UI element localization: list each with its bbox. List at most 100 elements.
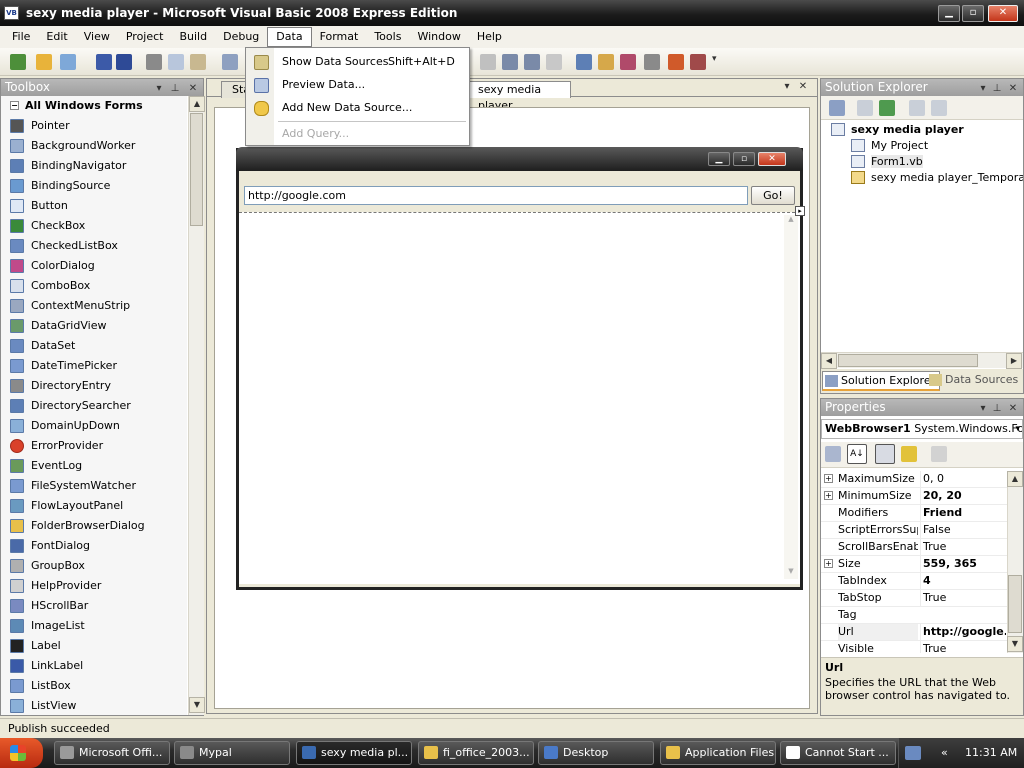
property-value[interactable]: http://google.c xyxy=(920,624,1006,640)
show-all-files-icon[interactable] xyxy=(857,100,873,116)
stop-icon[interactable] xyxy=(480,54,496,70)
property-value[interactable]: 4 xyxy=(920,573,1006,589)
form-title-bar[interactable]: ▁ ▫ ✕ xyxy=(236,147,803,171)
properties-icon[interactable] xyxy=(829,100,845,116)
property-row-size[interactable]: + Size 559, 365 xyxy=(821,556,1007,573)
taskbar-item-desktop[interactable]: Desktop xyxy=(538,741,654,765)
tree-item-my-project[interactable]: My Project xyxy=(849,138,928,154)
menu-item-show-data-sources[interactable]: Show Data Sources Shift+Alt+D xyxy=(246,51,469,73)
pin-icon[interactable]: ⊥ xyxy=(991,80,1003,97)
property-value[interactable]: True xyxy=(920,641,1006,653)
cut-icon[interactable] xyxy=(146,54,162,70)
menu-project[interactable]: Project xyxy=(118,26,172,48)
toolbox-item-linklabel[interactable]: LinkLabel xyxy=(1,656,187,676)
scroll-down-icon[interactable]: ▼ xyxy=(1007,636,1023,652)
toolbox-item-hscrollbar[interactable]: HScrollBar xyxy=(1,596,187,616)
toolbox-item-listbox[interactable]: ListBox xyxy=(1,676,187,696)
toolbox-item-filesystemwatcher[interactable]: FileSystemWatcher xyxy=(1,476,187,496)
property-pages-icon[interactable] xyxy=(931,446,947,462)
toolbox-item-groupbox[interactable]: GroupBox xyxy=(1,556,187,576)
toolbox-item-datagridview[interactable]: DataGridView xyxy=(1,316,187,336)
pin-icon[interactable]: ⊥ xyxy=(991,400,1003,417)
properties-scrollbar[interactable]: ▲ ▼ xyxy=(1007,471,1023,653)
tab-list-dropdown-icon[interactable]: ▾ xyxy=(781,81,793,92)
scroll-up-icon[interactable]: ▲ xyxy=(1007,471,1023,487)
toolbox-item-helpprovider[interactable]: HelpProvider xyxy=(1,576,187,596)
tree-item-temporary-key[interactable]: sexy media player_TemporaryK xyxy=(849,170,1023,186)
toolbox-item-combobox[interactable]: ComboBox xyxy=(1,276,187,296)
expand-icon[interactable]: + xyxy=(824,474,833,483)
toolbox-item-checkedlistbox[interactable]: CheckedListBox xyxy=(1,236,187,256)
toolbox-item-checkbox[interactable]: CheckBox xyxy=(1,216,187,236)
step-into-icon[interactable] xyxy=(502,54,518,70)
toolbox-item-backgroundworker[interactable]: BackgroundWorker xyxy=(1,136,187,156)
menu-build[interactable]: Build xyxy=(171,26,215,48)
property-row-scripterrorssupp[interactable]: ScriptErrorsSuppFalse xyxy=(821,522,1007,539)
start-button[interactable] xyxy=(0,738,43,768)
toolbox-item-flowlayoutpanel[interactable]: FlowLayoutPanel xyxy=(1,496,187,516)
alphabetical-icon[interactable]: A↓ xyxy=(847,444,867,464)
property-value[interactable]: 0, 0 xyxy=(920,471,1006,487)
taskbar-item-fi-office-2003[interactable]: fi_office_2003... xyxy=(418,741,534,765)
property-row-maximumsize[interactable]: + MaximumSize 0, 0 xyxy=(821,471,1007,488)
menu-file[interactable]: File xyxy=(4,26,38,48)
property-value[interactable]: True xyxy=(920,590,1006,606)
solution-explorer-icon[interactable] xyxy=(576,54,592,70)
close-tab-icon[interactable]: ✕ xyxy=(797,81,809,92)
scroll-thumb[interactable] xyxy=(190,113,203,226)
object-selector-dropdown[interactable]: WebBrowser1 System.Windows.For ▾ xyxy=(821,419,1023,439)
object-browser-icon[interactable] xyxy=(620,54,636,70)
toolbox-item-dataset[interactable]: DataSet xyxy=(1,336,187,356)
pin-icon[interactable]: ⊥ xyxy=(169,80,181,97)
properties-view-icon[interactable] xyxy=(875,444,895,464)
events-lightning-icon[interactable] xyxy=(901,446,917,462)
toolbox-item-button[interactable]: Button xyxy=(1,196,187,216)
tree-item-form1[interactable]: Form1.vb xyxy=(849,154,923,170)
clock[interactable]: 11:31 AM xyxy=(965,738,1017,768)
close-button[interactable]: ✕ xyxy=(988,5,1018,22)
form-window[interactable]: ▁ ▫ ✕ http://google.com Go! ▲ ▼ ▸ xyxy=(236,147,805,590)
add-project-icon[interactable] xyxy=(10,54,26,70)
chevron-down-icon[interactable]: ▾ xyxy=(1015,420,1020,438)
toolbox-tools-icon[interactable] xyxy=(644,54,660,70)
close-icon[interactable]: ✕ xyxy=(1007,400,1019,417)
view-code-icon[interactable] xyxy=(909,100,925,116)
dropdown-arrow-icon[interactable]: ▾ xyxy=(977,80,989,97)
go-button[interactable]: Go! xyxy=(751,186,795,205)
taskbar-item-application-files[interactable]: Application Files xyxy=(660,741,776,765)
scroll-thumb[interactable] xyxy=(838,354,978,367)
toolbox-item-pointer[interactable]: Pointer xyxy=(1,116,187,136)
property-row-tabindex[interactable]: TabIndex 4 xyxy=(821,573,1007,590)
minimize-button[interactable]: ▁ xyxy=(938,5,960,22)
error-list-icon[interactable] xyxy=(668,54,684,70)
property-value[interactable]: Friend xyxy=(920,505,1006,521)
taskbar-item-cannot-start[interactable]: Cannot Start ... xyxy=(780,741,896,765)
scroll-up-icon[interactable]: ▲ xyxy=(189,96,205,112)
property-row-tabstop[interactable]: TabStop True xyxy=(821,590,1007,607)
toolbox-item-errorprovider[interactable]: ErrorProvider xyxy=(1,436,187,456)
property-value[interactable]: 559, 365 xyxy=(920,556,1006,572)
toolbox-item-bindingsource[interactable]: BindingSource xyxy=(1,176,187,196)
view-designer-icon[interactable] xyxy=(931,100,947,116)
menu-item-preview-data[interactable]: Preview Data... xyxy=(246,74,469,96)
tray-expand-icon[interactable]: « xyxy=(941,738,948,768)
dropdown-arrow-icon[interactable]: ▾ xyxy=(977,400,989,417)
scroll-left-icon[interactable]: ◀ xyxy=(821,353,837,369)
toolbox-item-directorysearcher[interactable]: DirectorySearcher xyxy=(1,396,187,416)
form-design-surface[interactable]: ▁ ▫ ✕ http://google.com Go! ▲ ▼ ▸ xyxy=(214,107,810,709)
property-value[interactable]: 20, 20 xyxy=(920,488,1006,504)
property-row-url[interactable]: Url http://google.c xyxy=(821,624,1007,641)
toolbox-item-colordialog[interactable]: ColorDialog xyxy=(1,256,187,276)
add-item-icon[interactable] xyxy=(60,54,76,70)
collapse-icon[interactable]: − xyxy=(10,101,19,110)
smart-tag-icon[interactable]: ▸ xyxy=(795,206,805,216)
property-row-minimumsize[interactable]: + MinimumSize 20, 20 xyxy=(821,488,1007,505)
start-page-icon[interactable] xyxy=(690,54,706,70)
tree-project-node[interactable]: sexy media player xyxy=(829,122,964,138)
taskbar-item-mypal[interactable]: Mypal xyxy=(174,741,290,765)
close-icon[interactable]: ✕ xyxy=(1007,80,1019,97)
toolbox-item-contextmenustrip[interactable]: ContextMenuStrip xyxy=(1,296,187,316)
toolbox-item-domainupdown[interactable]: DomainUpDown xyxy=(1,416,187,436)
property-value[interactable]: True xyxy=(920,539,1006,555)
dropdown-arrow-icon[interactable]: ▾ xyxy=(153,80,165,97)
